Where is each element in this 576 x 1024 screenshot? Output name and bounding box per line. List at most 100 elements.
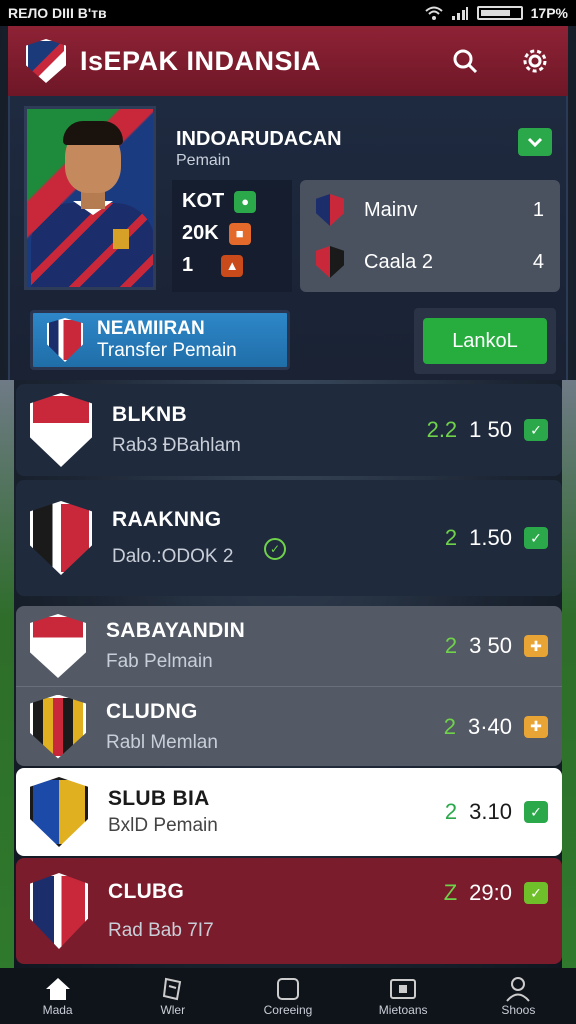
club-crest-icon	[30, 614, 86, 678]
club-crest-icon	[30, 501, 92, 575]
stadium-background-right	[562, 380, 576, 980]
club-name: RAAKNNG	[112, 508, 222, 531]
club-subtitle: Rad Bab 7I7	[108, 920, 214, 941]
nav-label: Wler	[160, 1003, 186, 1017]
club-value: 1.50	[469, 525, 512, 550]
nav-shoos[interactable]: Shoos	[470, 975, 566, 1017]
club-rank: 2	[443, 713, 456, 739]
battery-text: 17P%	[530, 5, 568, 21]
club-row[interactable]: CLUBG Rad Bab 7I7 Z 29:0 ✓	[16, 858, 562, 964]
nav-coreeing[interactable]: Coreeing	[240, 975, 336, 1017]
club-row[interactable]: BLKNB Rab3 ĐBahlam 2.2 1 50 ✓	[16, 384, 562, 476]
scroll-icon	[162, 977, 181, 1001]
club-subtitle: Dalo.:ODOK 2	[112, 546, 234, 567]
user-icon	[506, 977, 531, 1002]
signal-icon	[451, 7, 468, 20]
transfer-player-button[interactable]: NEAMIIRAN Transfer Pemain	[30, 310, 290, 370]
check-icon: ✓	[524, 419, 548, 441]
ticket-icon	[390, 979, 417, 999]
square-icon	[276, 978, 299, 1000]
check-icon: ✓	[524, 801, 548, 823]
club-crest-icon	[30, 393, 92, 467]
nav-label: Mada	[42, 1003, 73, 1017]
status-icons: 17P%	[424, 5, 568, 21]
fire-icon: ▲	[221, 254, 244, 277]
player-card-image[interactable]	[24, 106, 156, 290]
club-rank: 2	[444, 633, 458, 658]
club-subtitle: Rab3 ĐBahlam	[112, 435, 241, 456]
transfer-subtitle: Transfer Pemain	[97, 340, 237, 361]
player-section: INDOARUDACAN Pemain KOT ● 20K ■ 1 ▲ Main…	[8, 96, 568, 380]
status-text: REЛO DIII B'тв	[8, 5, 107, 21]
club-subtitle: Fab Pelmain	[106, 651, 213, 672]
club-rank: 2	[444, 525, 458, 550]
club-row[interactable]: CLUDNG Rabl Memlan 2 3·40 ✚	[16, 686, 562, 766]
club-value: 3·40	[467, 713, 512, 739]
battery-icon	[476, 6, 523, 20]
app-title: IsEPAK INDANSIA	[80, 45, 322, 76]
club-subtitle: Rabl Memlan	[106, 731, 218, 753]
club-name: BLKNB	[112, 403, 187, 426]
club-value: 3.10	[469, 799, 512, 824]
club-value: 3 50	[469, 633, 512, 658]
club-row[interactable]: SABAYANDIN Fab Pelmain 2 3 50 ✚	[16, 606, 562, 686]
app-logo	[26, 39, 66, 83]
plus-icon: ✚	[524, 635, 548, 657]
club-name: CLUDNG	[106, 699, 198, 723]
club-row[interactable]: RAAKNNG Dalo.:ODOK 2 ✓ 2 1.50 ✓	[16, 480, 562, 596]
match-value: 4	[532, 250, 544, 273]
search-icon	[453, 49, 478, 74]
club-value: 1 50	[469, 417, 512, 442]
leaf-icon: ●	[234, 190, 257, 213]
club-rank: Z	[443, 880, 458, 905]
stat-value: 20K	[182, 222, 219, 244]
player-select-button[interactable]	[518, 128, 552, 156]
nav-mietoans[interactable]: Mietoans	[355, 975, 451, 1017]
continue-button[interactable]: LankoL	[423, 318, 547, 364]
nav-home[interactable]: Mada	[10, 975, 106, 1017]
club-crest-icon	[30, 873, 88, 949]
settings-button[interactable]	[520, 46, 550, 76]
nav-label: Coreeing	[263, 1003, 313, 1017]
search-button[interactable]	[450, 46, 480, 76]
gift-icon: ■	[228, 222, 251, 245]
bottom-navigation: Mada Wler Coreeing Mietoans Shoos	[0, 968, 576, 1024]
club-crest-icon	[316, 194, 344, 226]
player-name: INDOARUDACAN	[176, 128, 342, 150]
match-row[interactable]: Caala 2 4	[316, 246, 544, 278]
club-crest-icon	[30, 694, 86, 759]
plus-icon: ✚	[524, 715, 548, 738]
club-rank: 2.2	[426, 417, 458, 442]
wifi-icon	[424, 6, 443, 20]
club-crest-icon	[30, 777, 88, 847]
nav-label: Mietoans	[378, 1003, 428, 1017]
stat-value: 1	[182, 254, 194, 276]
nav-label: Shoos	[501, 1003, 536, 1017]
club-subtitle: BxlD Pemain	[108, 815, 218, 836]
club-rank: 2	[444, 799, 458, 824]
club-crest-icon	[316, 246, 344, 278]
match-summary: Mainv 1 Caala 2 4	[300, 180, 560, 292]
club-row-selected[interactable]: SLUB BIA BxlD Pemain 2 3.10 ✓	[16, 768, 562, 856]
transfer-crest-icon	[47, 318, 83, 362]
club-name: SABAYANDIN	[106, 619, 246, 642]
club-value: 29:0	[469, 880, 512, 905]
club-name: SLUB BIA	[108, 787, 210, 810]
status-bar: REЛO DIII B'тв 17P%	[0, 0, 576, 26]
stat-row: KOT ●	[182, 190, 257, 213]
club-name: CLUBG	[108, 880, 185, 903]
chevron-down-icon	[527, 137, 543, 148]
gear-icon	[523, 49, 547, 73]
match-label: Mainv	[364, 198, 418, 221]
status-check-icon: ✓	[264, 538, 286, 560]
stat-row: 1 ▲	[182, 254, 244, 277]
home-icon	[45, 978, 70, 1000]
player-role: Pemain	[176, 152, 231, 169]
nav-wler[interactable]: Wler	[125, 975, 221, 1017]
match-row[interactable]: Mainv 1	[316, 194, 544, 226]
check-icon: ✓	[524, 527, 548, 549]
match-label: Caala 2	[364, 250, 433, 273]
stat-value: KOT	[182, 190, 225, 212]
transfer-title: NEAMIIRAN	[97, 318, 205, 339]
match-value: 1	[532, 198, 544, 221]
